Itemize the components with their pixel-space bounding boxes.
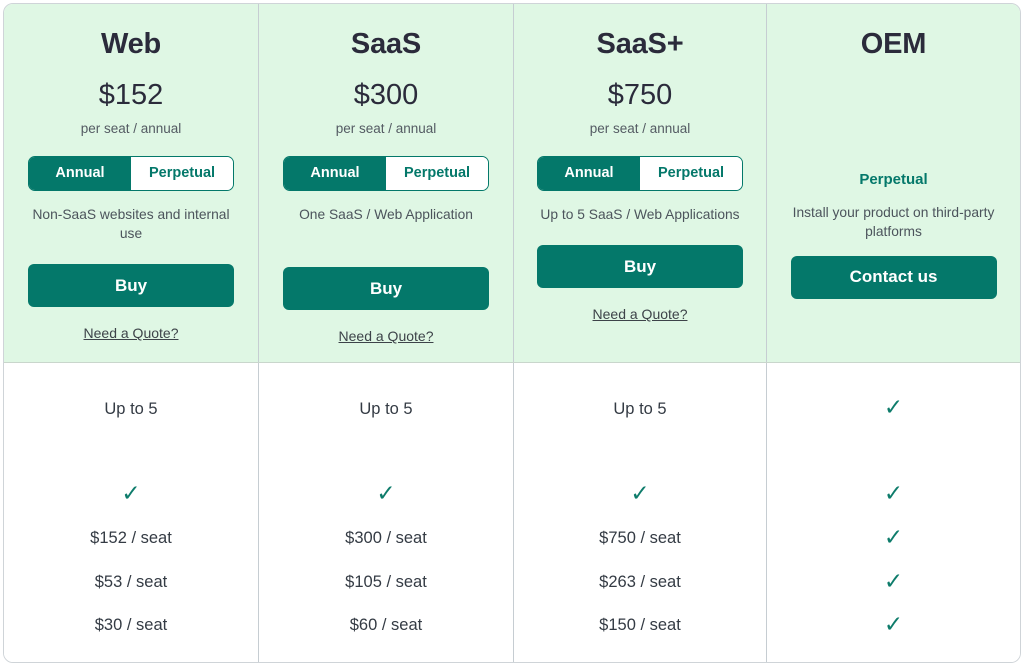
term-option-perpetual[interactable]: Perpetual	[131, 156, 233, 190]
plan-price: $300	[353, 78, 419, 111]
check-icon: ✓	[121, 480, 141, 506]
plan-column-saas-plus: SaaS+ $750 per seat / annual Annual Perp…	[514, 4, 767, 362]
feature-column-saas: Up to 5 ✓ $300 / seat $105 / seat $60 / …	[259, 363, 514, 662]
term-toggle-web[interactable]: Annual Perpetual	[28, 155, 234, 191]
contact-us-button-oem[interactable]: Contact us	[790, 255, 997, 299]
check-icon: ✓	[883, 611, 904, 637]
plan-price: $750	[607, 78, 673, 111]
plans-header-row: Web $152 per seat / annual Annual Perpet…	[4, 4, 1020, 362]
need-a-quote-link-saas-plus[interactable]: Need a Quote?	[593, 306, 688, 322]
feature-cell: $30 / seat	[94, 616, 168, 634]
check-icon: ✓	[883, 568, 904, 594]
feature-column-web: Up to 5 ✓ $152 / seat $53 / seat $30 / s…	[4, 363, 259, 662]
plan-column-web: Web $152 per seat / annual Annual Perpet…	[4, 4, 259, 362]
feature-cell: $750 / seat	[599, 529, 681, 547]
plan-title: SaaS+	[596, 28, 684, 60]
check-icon: ✓	[883, 394, 904, 420]
buy-button-web[interactable]: Buy	[28, 264, 234, 308]
feature-cell: $60 / seat	[349, 616, 423, 634]
feature-cell: Up to 5	[104, 400, 158, 418]
plan-price-period: per seat / annual	[80, 120, 182, 136]
plan-title: SaaS	[350, 28, 422, 60]
check-icon: ✓	[883, 524, 904, 550]
pricing-table-panel: Web $152 per seat / annual Annual Perpet…	[3, 3, 1021, 663]
plan-price-period: per seat / annual	[335, 120, 437, 136]
plan-title: OEM	[860, 28, 927, 60]
plan-title: Web	[100, 28, 162, 60]
plan-description: Install your product on third-party plat…	[792, 204, 995, 239]
plan-price: $152	[98, 78, 164, 111]
plan-price-period: per seat / annual	[589, 120, 691, 136]
buy-button-saas[interactable]: Buy	[283, 267, 489, 310]
feature-cell: $152 / seat	[90, 529, 172, 547]
term-option-perpetual[interactable]: Perpetual	[386, 156, 488, 190]
buy-button-saas-plus[interactable]: Buy	[537, 245, 743, 288]
feature-cell: $263 / seat	[599, 573, 681, 591]
feature-comparison-rows: Up to 5 ✓ $152 / seat $53 / seat $30 / s…	[4, 362, 1020, 662]
feature-cell: Up to 5	[359, 400, 413, 418]
plan-description: Non-SaaS websites and internal use	[32, 206, 230, 241]
term-option-perpetual[interactable]: Perpetual	[640, 156, 742, 190]
term-option-annual[interactable]: Annual	[538, 156, 640, 190]
check-icon: ✓	[376, 480, 396, 506]
check-icon: ✓	[630, 480, 650, 506]
need-a-quote-link-saas[interactable]: Need a Quote?	[339, 328, 434, 344]
feature-cell: $150 / seat	[599, 616, 681, 634]
plan-column-saas: SaaS $300 per seat / annual Annual Perpe…	[259, 4, 514, 362]
feature-cell: $105 / seat	[345, 573, 427, 591]
term-option-annual[interactable]: Annual	[29, 156, 131, 190]
check-icon: ✓	[883, 480, 904, 506]
feature-cell: $300 / seat	[345, 529, 427, 547]
feature-cell: Up to 5	[613, 400, 667, 418]
need-a-quote-link-web[interactable]: Need a Quote?	[84, 325, 179, 341]
plan-description: One SaaS / Web Application	[299, 206, 473, 222]
term-toggle-saas-plus[interactable]: Annual Perpetual	[537, 155, 743, 191]
term-option-annual[interactable]: Annual	[284, 156, 386, 190]
term-toggle-saas[interactable]: Annual Perpetual	[283, 155, 489, 191]
feature-cell: $53 / seat	[94, 573, 168, 591]
feature-column-oem: ✓ ✓ ✓ ✓ ✓	[767, 363, 1020, 662]
plan-column-oem: OEM Perpetual Install your product on th…	[767, 4, 1020, 362]
oem-term-label: Perpetual	[859, 170, 928, 188]
plan-description: Up to 5 SaaS / Web Applications	[540, 206, 740, 222]
feature-column-saas-plus: Up to 5 ✓ $750 / seat $263 / seat $150 /…	[514, 363, 767, 662]
